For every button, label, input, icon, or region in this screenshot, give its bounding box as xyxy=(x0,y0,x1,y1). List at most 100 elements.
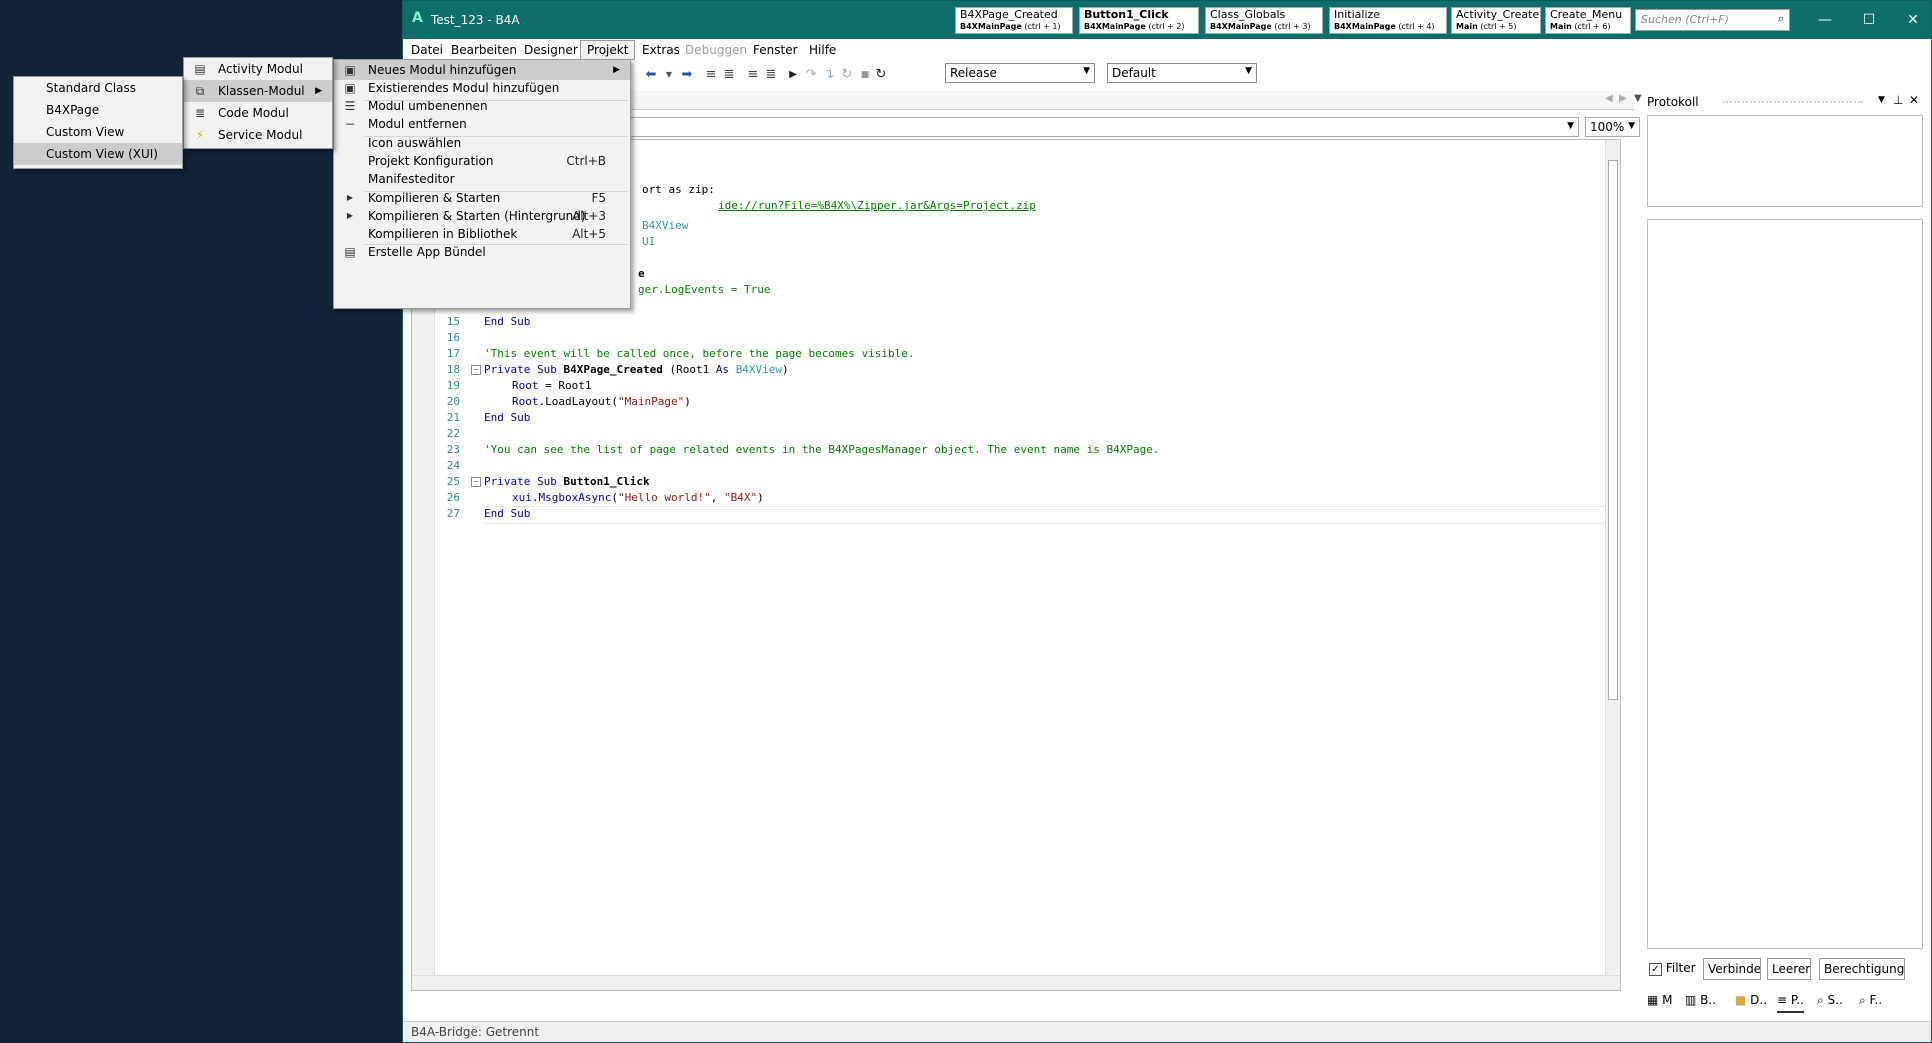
menu-projekt[interactable]: Projekt xyxy=(580,40,636,60)
connect-button[interactable]: Verbinden xyxy=(1703,958,1761,980)
quick-tab[interactable]: Initialize B4XMainPage (ctrl + 4) xyxy=(1329,7,1447,34)
quick-tab[interactable]: Button1_Click B4XMainPage (ctrl + 2) xyxy=(1079,7,1199,34)
module-menu-item[interactable]: ≣ Code Modul xyxy=(184,102,332,124)
projekt-menu-item[interactable]: ▣ Neues Modul hinzufügen ▶ xyxy=(334,60,630,80)
comment-icon[interactable]: ≡ xyxy=(745,67,761,83)
fold-icon[interactable]: − xyxy=(471,477,481,487)
build-target-select[interactable]: Default ▼ xyxy=(1107,63,1257,83)
class-menu-item[interactable]: Custom View xyxy=(14,121,182,143)
code-text: End Sub xyxy=(484,315,531,328)
vertical-scrollbar[interactable] xyxy=(1605,140,1620,990)
menu-fenster[interactable]: Fenster xyxy=(747,41,804,59)
horizontal-scrollbar[interactable] xyxy=(412,975,1620,990)
class-menu-item[interactable]: Custom View (XUI) xyxy=(14,143,182,165)
code-link[interactable]: ide://run?File=%B4X%\Zipper.jar&Args=Pro… xyxy=(718,198,1036,214)
projekt-menu-item[interactable]: Kompilieren in Bibliothek Alt+5 xyxy=(334,224,630,244)
menu-item-label: Klassen-Modul xyxy=(218,84,305,98)
projekt-menu-item[interactable]: ☰ Modul umbenennen xyxy=(334,96,630,116)
panel-grip[interactable] xyxy=(1723,101,1863,103)
uncomment-icon[interactable]: ≣ xyxy=(763,67,779,83)
projekt-menu-item[interactable]: Projekt Konfiguration Ctrl+B xyxy=(334,151,630,171)
tab-libraries[interactable]: ▥ B.. xyxy=(1685,993,1716,1011)
step-over-icon[interactable]: ↷ xyxy=(803,67,819,83)
quick-tab[interactable]: B4XPage_Created B4XMainPage (ctrl + 1) xyxy=(955,7,1073,34)
tab-modules[interactable]: ▦ M xyxy=(1647,993,1673,1011)
scroll-thumb[interactable] xyxy=(1608,160,1618,700)
book-icon: ▥ xyxy=(1685,993,1701,1007)
module-menu-item[interactable]: ⧉ Klassen-Modul ▶ xyxy=(184,80,332,102)
line-number: 27 xyxy=(446,507,460,520)
pin-icon[interactable]: ⊥ xyxy=(1893,93,1903,107)
projekt-menu: ▣ Neues Modul hinzufügen ▶ ▣ Existierendes M… xyxy=(333,59,631,309)
menu-bearbeiten[interactable]: Bearbeiten xyxy=(445,41,523,59)
back-icon[interactable]: ⬅ xyxy=(643,67,659,83)
log-icon: ≡ xyxy=(1777,993,1791,1007)
submenu-arrow-icon: ▶ xyxy=(613,65,620,75)
code-line: 15 End Sub xyxy=(412,314,1592,330)
line-number: 24 xyxy=(446,459,460,472)
menu-debuggen[interactable]: Debuggen xyxy=(679,41,753,59)
tab-log[interactable]: ≡ P.. xyxy=(1777,993,1804,1013)
search-icon: ⌕ xyxy=(1817,993,1828,1007)
code-text: Root = Root1 xyxy=(512,379,592,392)
menu-datei[interactable]: Datei xyxy=(405,41,449,59)
panel-menu-icon[interactable]: ▼ xyxy=(1878,95,1885,105)
module-menu-item[interactable]: ⚡ Service Modul xyxy=(184,124,332,146)
scroll-right-icon[interactable]: ▶ xyxy=(1619,93,1627,104)
indent-icon[interactable]: ≡ xyxy=(703,67,719,83)
menu-hilfe[interactable]: Hilfe xyxy=(803,41,842,59)
projekt-menu-item[interactable]: − Modul entfernen xyxy=(334,114,630,134)
class-icon: ⧉ xyxy=(195,84,205,98)
search-input[interactable]: Suchen (Ctrl+F) ⌕ xyxy=(1635,9,1790,31)
find-icon: ⌕ xyxy=(1859,993,1870,1007)
tab-find[interactable]: ⌕ F.. xyxy=(1859,993,1882,1011)
code-line: 17 'This event will be called once, befor… xyxy=(412,346,1592,362)
scroll-left-icon[interactable]: ◀ xyxy=(1605,93,1613,104)
tab-list-icon[interactable]: ▼ xyxy=(1634,93,1642,104)
chevron-down-icon: ▼ xyxy=(1567,121,1574,131)
menu-designer[interactable]: Designer xyxy=(518,41,584,59)
module-menu-item[interactable]: ▤ Activity Modul xyxy=(184,58,332,80)
clear-button[interactable]: Leeren xyxy=(1767,958,1811,980)
permissions-button[interactable]: Berechtigungen xyxy=(1819,958,1905,980)
zoom-select[interactable]: 100% ▼ xyxy=(1585,117,1640,137)
forward-icon[interactable]: ➡ xyxy=(679,67,695,83)
search-icon[interactable]: ⌕ xyxy=(1778,12,1784,26)
maximize-button[interactable]: ☐ xyxy=(1849,7,1889,33)
quick-tab[interactable]: Class_Globals B4XMainPage (ctrl + 3) xyxy=(1205,7,1323,34)
code-text: Private Sub Button1_Click xyxy=(484,475,650,488)
tab-files[interactable]: ■ D.. xyxy=(1735,993,1767,1011)
projekt-menu-item[interactable]: ▣ Existierendes Modul hinzufügen xyxy=(334,78,630,98)
fold-icon[interactable]: − xyxy=(471,365,481,375)
run-icon[interactable]: ▶ xyxy=(785,67,801,83)
projekt-menu-item[interactable]: Manifesteditor xyxy=(334,169,630,189)
class-menu-item[interactable]: Standard Class xyxy=(14,77,182,99)
restart-icon[interactable]: ↻ xyxy=(873,67,889,83)
menu-item-label: Existierendes Modul hinzufügen xyxy=(368,81,560,95)
quick-tab[interactable]: Activity_Create Main (ctrl + 5) xyxy=(1451,7,1541,34)
tab-search[interactable]: ⌕ S.. xyxy=(1817,993,1843,1011)
quick-tab-name: Class_Globals xyxy=(1210,8,1286,21)
close-icon[interactable]: ✕ xyxy=(1909,93,1919,107)
menu-separator xyxy=(364,191,628,192)
back-dropdown-icon[interactable]: ▼ xyxy=(661,67,677,83)
step-in-icon[interactable]: ↴ xyxy=(821,67,837,83)
tab-label: B.. xyxy=(1700,993,1717,1007)
search-placeholder: Suchen (Ctrl+F) xyxy=(1641,13,1729,26)
minimize-button[interactable]: — xyxy=(1805,7,1845,33)
code-text: End Sub xyxy=(484,411,531,424)
projekt-menu-item[interactable]: ▤ Erstelle App Bündel xyxy=(334,242,630,262)
menu-item-label: Code Modul xyxy=(218,106,289,120)
tab-label: F.. xyxy=(1869,993,1883,1007)
b4a-logo-icon: A xyxy=(412,10,423,26)
projekt-menu-item[interactable]: ▶ Kompilieren & Starten (Hintergrund) Alt+… xyxy=(334,206,630,226)
quick-tab[interactable]: Create_Menu Main (ctrl + 6) xyxy=(1545,7,1631,34)
class-menu-item[interactable]: B4XPage xyxy=(14,99,182,121)
close-button[interactable]: ✕ xyxy=(1893,7,1932,33)
menu-item-shortcut: Alt+5 xyxy=(572,227,606,241)
step-out-icon[interactable]: ↻ xyxy=(839,67,855,83)
build-config-select[interactable]: Release ▼ xyxy=(945,63,1095,83)
filter-checkbox[interactable]: ✓ Filter xyxy=(1649,961,1696,976)
outdent-icon[interactable]: ≣ xyxy=(721,67,737,83)
stop-icon[interactable]: ■ xyxy=(857,67,873,83)
